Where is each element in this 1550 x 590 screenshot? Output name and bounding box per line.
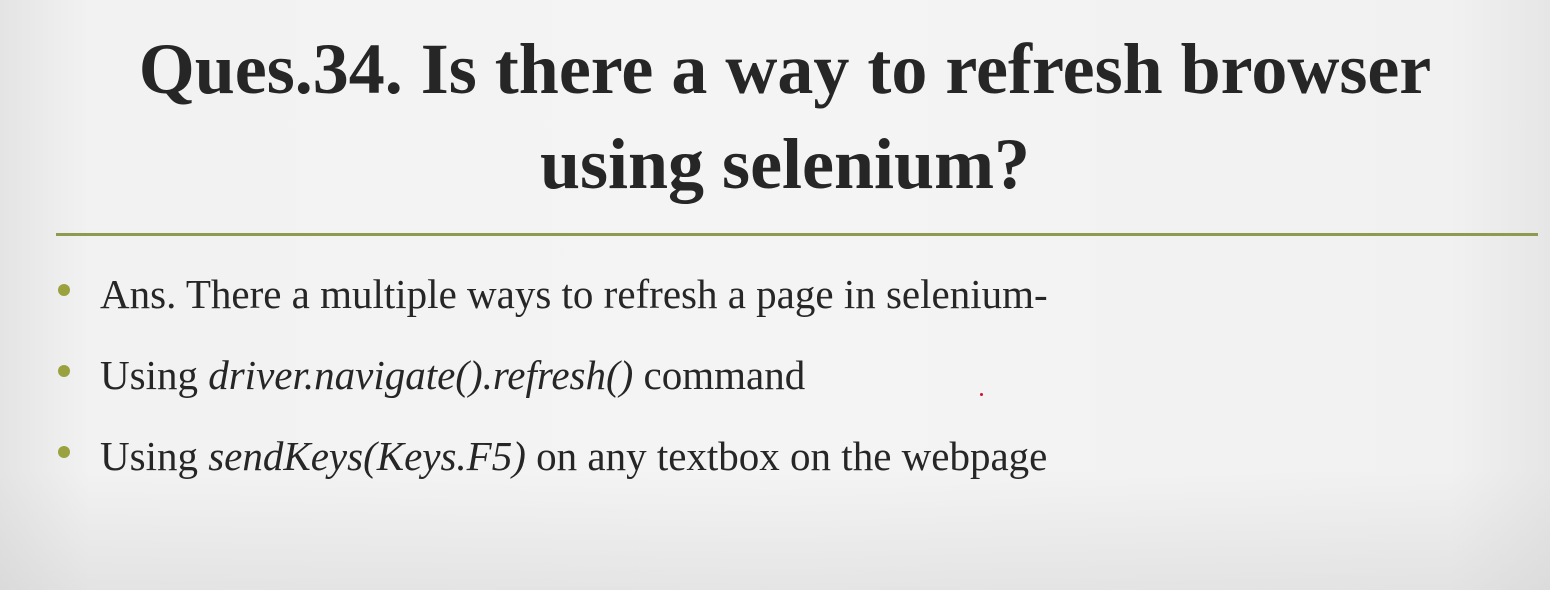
slide-title: Ques.34. Is there a way to refresh brows… — [40, 22, 1530, 212]
bullet-dot-icon — [58, 284, 70, 296]
bullet-dot-icon — [58, 365, 70, 377]
title-divider — [56, 233, 1538, 236]
bullet-dot-icon — [58, 446, 70, 458]
bullet-text: Using — [100, 433, 209, 479]
bullet-item-sendkeys-f5: Using sendKeys(Keys.F5) on any textbox o… — [56, 424, 1048, 505]
bullet-item-answer: Ans. There a multiple ways to refresh a … — [56, 262, 1048, 343]
bullet-code-emphasis: driver.navigate().refresh() — [208, 352, 634, 398]
bullet-text: Using — [100, 352, 209, 398]
bullet-text-after: on any textbox on the webpage — [525, 433, 1048, 479]
bullet-item-navigate-refresh: Using driver.navigate().refresh() comman… — [56, 343, 1048, 424]
slide-title-line-1: Ques.34. Is there a way to refresh brows… — [138, 29, 1432, 109]
laser-pointer-dot — [980, 393, 983, 396]
slide: Ques.34. Is there a way to refresh brows… — [0, 0, 1550, 590]
bullet-code-emphasis: sendKeys(Keys.F5) — [208, 433, 526, 479]
bullet-text: Ans. There a multiple ways to refresh a … — [100, 271, 1048, 317]
slide-title-line-2: using selenium? — [539, 124, 1031, 204]
bullet-list: Ans. There a multiple ways to refresh a … — [56, 262, 1048, 505]
bullet-text-after: command — [633, 352, 806, 398]
